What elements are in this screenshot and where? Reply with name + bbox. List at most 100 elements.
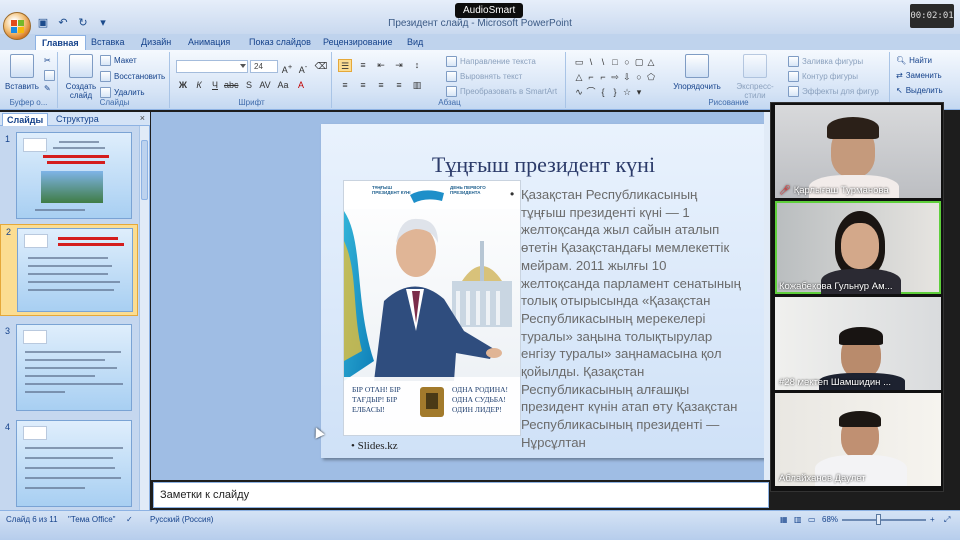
shape-pentagon-icon[interactable]: ⬠	[646, 72, 656, 82]
spellcheck-icon[interactable]: ✓	[126, 515, 133, 524]
shrink-font-icon[interactable]: A-	[296, 60, 310, 75]
delete-slide-button[interactable]: Удалить	[100, 87, 145, 98]
arrange-button[interactable]: Упорядочить	[672, 54, 722, 91]
tab-insert[interactable]: Вставка	[85, 35, 130, 50]
underline-icon[interactable]: Ч	[208, 79, 222, 92]
shape-elbow-icon[interactable]: ⌐	[586, 72, 596, 82]
participant-tile-4[interactable]: Аблайханов Даулет	[775, 393, 941, 486]
shape-line-icon[interactable]: \	[586, 57, 596, 67]
smartart-button[interactable]: Преобразовать в SmartArt	[446, 86, 557, 97]
shape-roundrect-icon[interactable]: ▢	[634, 57, 644, 67]
increase-indent-icon[interactable]: ⇥	[392, 59, 406, 72]
tab-outline[interactable]: Структура	[52, 113, 103, 126]
decrease-indent-icon[interactable]: ⇤	[374, 59, 388, 72]
new-slide-button[interactable]: Создать слайд	[64, 54, 98, 100]
align-right-icon[interactable]: ≡	[374, 79, 388, 92]
shape-more-icon[interactable]: ▾	[634, 87, 644, 97]
shadow-icon[interactable]: S	[242, 79, 256, 92]
clear-format-icon[interactable]: ⌫	[314, 60, 328, 73]
paste-button[interactable]: Вставить	[4, 54, 40, 91]
participant-tile-2[interactable]: Кожабекова Гульнур Ам...	[775, 201, 941, 294]
spacing-icon[interactable]: AV	[258, 79, 272, 92]
shape-curve-icon[interactable]: ∿	[574, 87, 584, 97]
shape-arrow-down-icon[interactable]: ⇩	[622, 72, 632, 82]
tab-design[interactable]: Дизайн	[135, 35, 177, 50]
strikethrough-icon[interactable]: abc	[224, 79, 239, 92]
bullets-icon[interactable]: ☰	[338, 59, 352, 72]
zoom-slider-handle[interactable]	[876, 514, 881, 525]
zoom-level[interactable]: 68%	[822, 515, 838, 524]
italic-icon[interactable]: К	[192, 79, 206, 92]
office-button[interactable]	[3, 12, 31, 40]
participant-tile-3[interactable]: #28 мектеп Шамшидин ...	[775, 297, 941, 390]
font-color-icon[interactable]: A	[294, 79, 308, 92]
shape-square-icon[interactable]: □	[610, 57, 620, 67]
grow-font-icon[interactable]: A+	[280, 60, 294, 75]
shape-line2-icon[interactable]: \	[598, 57, 608, 67]
participant-tile-1[interactable]: 🎤︎ Қарлығаш Турманова	[775, 105, 941, 198]
shape-fill-button[interactable]: Заливка фигуры	[788, 56, 863, 67]
notes-pane[interactable]: Заметки к слайду	[153, 482, 769, 508]
copy-icon[interactable]	[44, 70, 55, 81]
thumbnail-number: 3	[5, 326, 11, 336]
zoom-slider[interactable]	[842, 519, 926, 521]
shape-arrow-right-icon[interactable]: ⇨	[610, 72, 620, 82]
shape-fill-label: Заливка фигуры	[802, 57, 864, 66]
align-text-button[interactable]: Выровнять текст	[446, 71, 522, 82]
current-slide[interactable]: Тұңғыш президент күні ТҰҢҒЫШ ПРЕЗИДЕНТ К…	[321, 124, 766, 458]
select-button[interactable]: ↖ Выделить	[896, 86, 943, 95]
sorter-view-icon[interactable]: ▥	[794, 515, 802, 524]
slide-thumbnail-2[interactable]: 2	[0, 224, 138, 316]
find-button[interactable]: 🔍︎ Найти	[896, 56, 932, 65]
language[interactable]: Русский (Россия)	[150, 515, 213, 524]
paste-icon	[10, 54, 34, 78]
columns-icon[interactable]: ▥	[410, 79, 424, 92]
tab-review[interactable]: Рецензирование	[317, 35, 399, 50]
close-icon[interactable]: ×	[140, 113, 145, 123]
president-poster-image[interactable]: ТҰҢҒЫШ ПРЕЗИДЕНТ КҮНІ ДЕНЬ ПЕРВОГО ПРЕЗИ…	[343, 180, 521, 436]
format-painter-icon[interactable]: ✎	[44, 84, 51, 93]
shape-effects-button[interactable]: Эффекты для фигур	[788, 86, 879, 97]
slideshow-view-icon[interactable]: ▭	[808, 515, 816, 524]
shape-rectangle-icon[interactable]: ▭	[574, 57, 584, 67]
tab-slides[interactable]: Слайды	[2, 113, 49, 126]
normal-view-icon[interactable]: ▦	[780, 515, 788, 524]
bold-icon[interactable]: Ж	[176, 79, 190, 92]
quick-styles-button[interactable]: Экспресс-стили	[726, 54, 784, 100]
text-direction-button[interactable]: Направление текста	[446, 56, 536, 67]
tab-animation[interactable]: Анимация	[182, 35, 236, 50]
shape-triangle-icon[interactable]: △	[646, 57, 656, 67]
align-left-icon[interactable]: ≡	[338, 79, 352, 92]
reset-button[interactable]: Восстановить	[100, 71, 165, 82]
slide-title[interactable]: Тұңғыш президент күні	[321, 152, 766, 178]
layout-button[interactable]: Макет	[100, 55, 137, 66]
tab-view[interactable]: Вид	[401, 35, 429, 50]
shape-circle-icon[interactable]: ○	[634, 72, 644, 82]
slide-thumbnail-4[interactable]: 4	[0, 420, 138, 512]
fit-window-icon[interactable]: ⤢	[944, 515, 950, 525]
slide-thumbnail-1[interactable]: 1	[0, 132, 138, 224]
justify-icon[interactable]: ≡	[392, 79, 406, 92]
numbering-icon[interactable]: ≡	[356, 59, 370, 72]
cut-icon[interactable]: ✂	[44, 56, 51, 65]
tab-slideshow[interactable]: Показ слайдов	[243, 35, 317, 50]
shape-arc-icon[interactable]: ⌒	[586, 87, 596, 97]
shape-oval-icon[interactable]: ○	[622, 57, 632, 67]
font-name-combo[interactable]	[176, 60, 248, 73]
replace-button[interactable]: ⇄ Заменить	[896, 71, 942, 80]
align-center-icon[interactable]: ≡	[356, 79, 370, 92]
line-spacing-icon[interactable]: ↕	[410, 59, 424, 72]
shape-brace-icon[interactable]: {	[598, 87, 608, 97]
shape-star-icon[interactable]: ☆	[622, 87, 632, 97]
shape-brace2-icon[interactable]: }	[610, 87, 620, 97]
slides-panel-scrollbar[interactable]	[139, 126, 149, 510]
slide-body-textbox[interactable]: • Қазақстан Республикасының тұңғыш прези…	[510, 186, 743, 456]
shape-outline-button[interactable]: Контур фигуры	[788, 71, 858, 82]
zoom-in-icon[interactable]: +	[930, 515, 935, 524]
font-size-combo[interactable]: 24	[250, 60, 278, 73]
tab-home[interactable]: Главная	[35, 35, 86, 50]
case-icon[interactable]: Aa	[276, 79, 290, 92]
shape-triangle2-icon[interactable]: △	[574, 72, 584, 82]
shape-elbow2-icon[interactable]: ⌐	[598, 72, 608, 82]
slide-thumbnail-3[interactable]: 3	[0, 324, 138, 416]
